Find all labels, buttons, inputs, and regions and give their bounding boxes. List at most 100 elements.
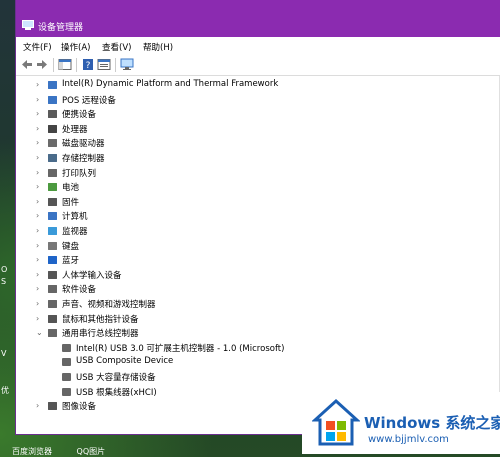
device-category-item[interactable]: ⌄ 通用串行总线控制器 xyxy=(16,326,486,340)
chevron-down-icon[interactable]: ⌄ xyxy=(36,328,43,337)
device-label: USB 根集线器(xHCI) xyxy=(76,387,157,398)
device-manager-icon xyxy=(22,20,34,30)
desktop-label: O xyxy=(1,265,8,274)
device-category-item[interactable]: › 软件设备 xyxy=(16,282,486,296)
chevron-right-icon[interactable]: › xyxy=(36,284,39,293)
menu-help[interactable]: 帮助(H) xyxy=(143,41,173,53)
device-category-item[interactable]: › 存储控制器 xyxy=(16,151,486,165)
device-label: USB 大容量存储设备 xyxy=(76,373,156,383)
menu-file[interactable]: 文件(F) xyxy=(23,41,52,53)
device-category-item[interactable]: › 固件 xyxy=(16,195,486,209)
back-arrow-icon[interactable] xyxy=(20,58,34,71)
device-label: 存储控制器 xyxy=(62,154,105,164)
device-label: 计算机 xyxy=(62,212,88,223)
device-tree-child-item[interactable]: USB Composite Device xyxy=(16,355,486,369)
chevron-right-icon[interactable]: › xyxy=(36,197,39,206)
device-category-icon xyxy=(48,314,57,323)
chevron-right-icon[interactable]: › xyxy=(36,138,39,147)
device-category-item[interactable]: › 电池 xyxy=(16,180,486,194)
device-label: USB Composite Device xyxy=(76,356,174,367)
properties-icon[interactable] xyxy=(97,58,111,71)
usb-device-icon xyxy=(62,387,71,396)
device-category-item[interactable]: › 蓝牙 xyxy=(16,253,486,267)
device-category-icon xyxy=(48,81,57,89)
chevron-right-icon[interactable]: › xyxy=(36,153,39,162)
chevron-right-icon[interactable]: › xyxy=(36,211,39,220)
chevron-right-icon[interactable]: › xyxy=(36,314,39,323)
device-label: 打印队列 xyxy=(62,168,97,179)
device-category-item[interactable]: › 处理器 xyxy=(16,122,486,136)
device-category-item[interactable]: › 便携设备 xyxy=(16,107,486,121)
device-label: 鼠标和其他指针设备 xyxy=(62,314,139,325)
desktop-label: 优 xyxy=(1,386,9,395)
chevron-right-icon[interactable]: › xyxy=(36,80,39,89)
chevron-right-icon[interactable]: › xyxy=(36,270,39,279)
device-category-item[interactable]: › 打印队列 xyxy=(16,166,486,180)
device-category-icon xyxy=(48,256,57,265)
device-label: Intel(R) Dynamic Platform and Thermal Fr… xyxy=(62,79,279,89)
menu-action[interactable]: 操作(A) xyxy=(61,41,90,53)
device-category-icon xyxy=(48,183,57,192)
device-category-icon xyxy=(48,212,57,221)
window-title: 设备管理器 xyxy=(38,23,84,33)
desktop-label: S xyxy=(1,277,7,286)
desktop-icon-qq-images[interactable]: QQ图片 xyxy=(77,447,106,456)
device-tree-child-item[interactable]: Intel(R) USB 3.0 可扩展主机控制器 - 1.0 (Microso… xyxy=(16,341,486,355)
toolbar-separator xyxy=(76,58,77,72)
title-bar[interactable]: 设备管理器 xyxy=(16,0,500,37)
toolbar: ? xyxy=(16,55,500,76)
desktop-icon-baidu[interactable]: 百度浏览器 xyxy=(12,447,52,456)
device-category-icon xyxy=(48,270,57,279)
device-category-icon xyxy=(48,168,57,177)
device-category-item[interactable]: › 人体学输入设备 xyxy=(16,268,486,282)
usb-device-icon xyxy=(62,373,71,381)
device-category-icon xyxy=(48,227,57,235)
help-icon[interactable]: ? xyxy=(81,58,95,71)
chevron-right-icon[interactable]: › xyxy=(36,299,39,308)
device-category-item[interactable]: › 键盘 xyxy=(16,239,486,253)
device-label: 软件设备 xyxy=(62,285,97,296)
device-label: 通用串行总线控制器 xyxy=(62,329,139,340)
menu-bar: 文件(F) 操作(A) 查看(V) 帮助(H) xyxy=(16,37,500,56)
device-category-icon xyxy=(48,197,57,206)
chevron-right-icon[interactable]: › xyxy=(36,109,39,118)
chevron-right-icon[interactable]: › xyxy=(36,124,39,133)
device-category-item[interactable]: › 磁盘驱动器 xyxy=(16,136,486,150)
device-label: 处理器 xyxy=(62,124,88,135)
svg-text:?: ? xyxy=(86,61,91,71)
forward-arrow-icon[interactable] xyxy=(35,58,49,71)
device-label: POS 远程设备 xyxy=(62,95,116,106)
device-category-item[interactable]: › POS 远程设备 xyxy=(16,93,486,107)
device-label: 电池 xyxy=(62,183,80,194)
device-tree-child-item[interactable]: USB 大容量存储设备 xyxy=(16,370,486,384)
device-category-icon xyxy=(48,139,57,148)
usb-device-icon xyxy=(62,358,71,367)
watermark: Windows 系统之家 www.bjjmlv.com xyxy=(302,392,500,454)
usb-device-icon xyxy=(62,343,71,352)
device-label: 键盘 xyxy=(62,241,80,252)
chevron-right-icon[interactable]: › xyxy=(36,255,39,264)
device-category-item[interactable]: › 监视器 xyxy=(16,224,486,238)
menu-view[interactable]: 查看(V) xyxy=(102,41,131,53)
chevron-right-icon[interactable]: › xyxy=(36,241,39,250)
device-category-item[interactable]: › 鼠标和其他指针设备 xyxy=(16,312,486,326)
device-category-icon xyxy=(48,329,57,338)
device-category-item[interactable]: › Intel(R) Dynamic Platform and Thermal F… xyxy=(16,78,486,92)
show-hide-console-tree-icon[interactable] xyxy=(58,58,72,71)
chevron-right-icon[interactable]: › xyxy=(36,226,39,235)
device-label: 蓝牙 xyxy=(62,256,80,267)
device-label: Intel(R) USB 3.0 可扩展主机控制器 - 1.0 (Microso… xyxy=(76,343,285,354)
desktop-label: V xyxy=(1,349,7,358)
device-category-icon xyxy=(48,154,57,162)
watermark-brand: Windows 系统之家 xyxy=(364,414,500,432)
device-category-icon xyxy=(48,402,57,411)
chevron-right-icon[interactable]: › xyxy=(36,95,39,104)
scan-hardware-monitor-icon[interactable] xyxy=(120,58,134,71)
device-label: 固件 xyxy=(62,197,80,208)
chevron-right-icon[interactable]: › xyxy=(36,168,39,177)
device-category-item[interactable]: › 计算机 xyxy=(16,209,486,223)
device-label: 便携设备 xyxy=(62,110,97,121)
chevron-right-icon[interactable]: › xyxy=(36,182,39,191)
chevron-right-icon[interactable]: › xyxy=(36,401,39,410)
device-category-item[interactable]: › 声音、视频和游戏控制器 xyxy=(16,297,486,311)
